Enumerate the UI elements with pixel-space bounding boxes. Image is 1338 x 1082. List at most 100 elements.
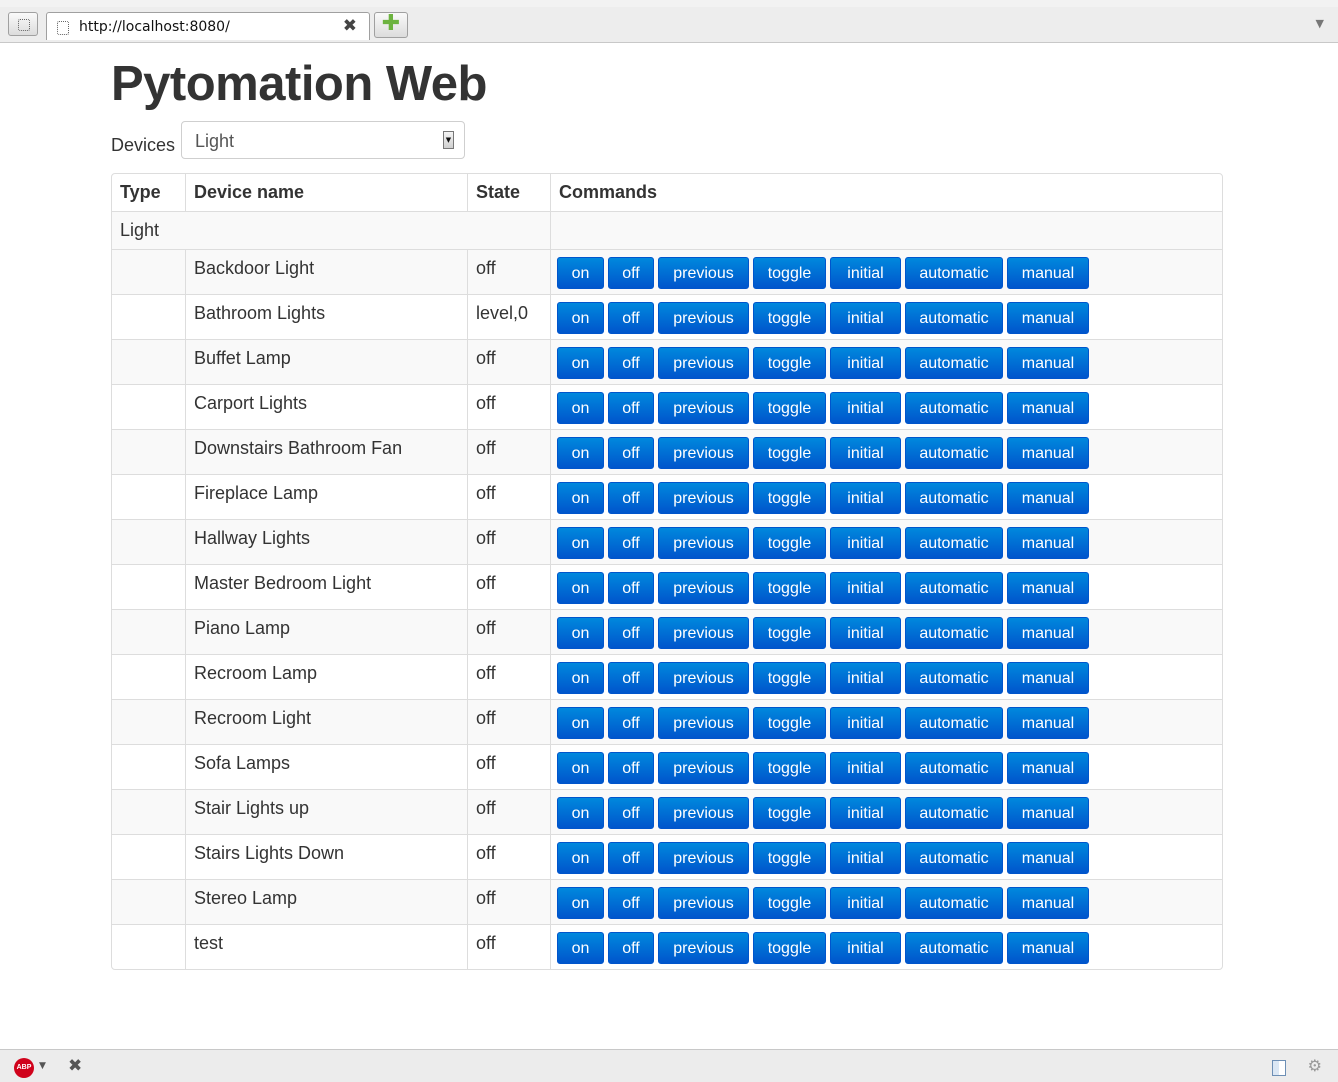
off-button[interactable]: off <box>608 797 654 829</box>
previous-button[interactable]: previous <box>658 347 749 379</box>
tab-menu-chevron-icon[interactable]: ▼ <box>1316 17 1324 30</box>
on-button[interactable]: on <box>557 347 604 379</box>
manual-button[interactable]: manual <box>1007 392 1089 424</box>
manual-button[interactable]: manual <box>1007 302 1089 334</box>
toggle-button[interactable]: toggle <box>753 257 826 289</box>
toggle-button[interactable]: toggle <box>753 572 826 604</box>
previous-button[interactable]: previous <box>658 887 749 919</box>
automatic-button[interactable]: automatic <box>905 932 1003 964</box>
automatic-button[interactable]: automatic <box>905 527 1003 559</box>
previous-button[interactable]: previous <box>658 707 749 739</box>
off-button[interactable]: off <box>608 302 654 334</box>
initial-button[interactable]: initial <box>830 842 901 874</box>
initial-button[interactable]: initial <box>830 662 901 694</box>
automatic-button[interactable]: automatic <box>905 437 1003 469</box>
initial-button[interactable]: initial <box>830 437 901 469</box>
initial-button[interactable]: initial <box>830 887 901 919</box>
on-button[interactable]: on <box>557 797 604 829</box>
toggle-button[interactable]: toggle <box>753 347 826 379</box>
toggle-button[interactable]: toggle <box>753 842 826 874</box>
on-button[interactable]: on <box>557 572 604 604</box>
automatic-button[interactable]: automatic <box>905 887 1003 919</box>
on-button[interactable]: on <box>557 257 604 289</box>
on-button[interactable]: on <box>557 932 604 964</box>
on-button[interactable]: on <box>557 707 604 739</box>
off-button[interactable]: off <box>608 257 654 289</box>
off-button[interactable]: off <box>608 617 654 649</box>
toggle-button[interactable]: toggle <box>753 302 826 334</box>
automatic-button[interactable]: automatic <box>905 302 1003 334</box>
toggle-button[interactable]: toggle <box>753 752 826 784</box>
manual-button[interactable]: manual <box>1007 932 1089 964</box>
browser-tab[interactable]: http://localhost:8080/ ✖ <box>46 12 370 40</box>
automatic-button[interactable]: automatic <box>905 842 1003 874</box>
toggle-button[interactable]: toggle <box>753 887 826 919</box>
manual-button[interactable]: manual <box>1007 752 1089 784</box>
off-button[interactable]: off <box>608 887 654 919</box>
on-button[interactable]: on <box>557 482 604 514</box>
off-button[interactable]: off <box>608 932 654 964</box>
initial-button[interactable]: initial <box>830 797 901 829</box>
adblock-dropdown-icon[interactable]: ▼ <box>39 1061 46 1071</box>
toggle-button[interactable]: toggle <box>753 437 826 469</box>
initial-button[interactable]: initial <box>830 392 901 424</box>
on-button[interactable]: on <box>557 662 604 694</box>
previous-button[interactable]: previous <box>658 842 749 874</box>
initial-button[interactable]: initial <box>830 932 901 964</box>
off-button[interactable]: off <box>608 662 654 694</box>
off-button[interactable]: off <box>608 437 654 469</box>
previous-button[interactable]: previous <box>658 527 749 559</box>
previous-button[interactable]: previous <box>658 752 749 784</box>
initial-button[interactable]: initial <box>830 482 901 514</box>
previous-button[interactable]: previous <box>658 302 749 334</box>
previous-button[interactable]: previous <box>658 482 749 514</box>
automatic-button[interactable]: automatic <box>905 752 1003 784</box>
automatic-button[interactable]: automatic <box>905 482 1003 514</box>
on-button[interactable]: on <box>557 617 604 649</box>
previous-button[interactable]: previous <box>658 932 749 964</box>
on-button[interactable]: on <box>557 842 604 874</box>
toggle-button[interactable]: toggle <box>753 482 826 514</box>
manual-button[interactable]: manual <box>1007 257 1089 289</box>
toggle-button[interactable]: toggle <box>753 617 826 649</box>
manual-button[interactable]: manual <box>1007 842 1089 874</box>
manual-button[interactable]: manual <box>1007 527 1089 559</box>
toggle-button[interactable]: toggle <box>753 797 826 829</box>
previous-button[interactable]: previous <box>658 572 749 604</box>
toggle-button[interactable]: toggle <box>753 707 826 739</box>
automatic-button[interactable]: automatic <box>905 572 1003 604</box>
off-button[interactable]: off <box>608 527 654 559</box>
manual-button[interactable]: manual <box>1007 617 1089 649</box>
on-button[interactable]: on <box>557 527 604 559</box>
select-arrow-icon[interactable]: ▼ <box>443 131 454 149</box>
off-button[interactable]: off <box>608 707 654 739</box>
automatic-button[interactable]: automatic <box>905 347 1003 379</box>
automatic-button[interactable]: automatic <box>905 662 1003 694</box>
automatic-button[interactable]: automatic <box>905 257 1003 289</box>
off-button[interactable]: off <box>608 482 654 514</box>
stop-icon[interactable]: ✖ <box>68 1056 82 1076</box>
on-button[interactable]: on <box>557 302 604 334</box>
toggle-button[interactable]: toggle <box>753 527 826 559</box>
initial-button[interactable]: initial <box>830 347 901 379</box>
previous-button[interactable]: previous <box>658 392 749 424</box>
manual-button[interactable]: manual <box>1007 437 1089 469</box>
initial-button[interactable]: initial <box>830 572 901 604</box>
on-button[interactable]: on <box>557 752 604 784</box>
off-button[interactable]: off <box>608 347 654 379</box>
manual-button[interactable]: manual <box>1007 347 1089 379</box>
off-button[interactable]: off <box>608 572 654 604</box>
adblock-icon[interactable]: ABP <box>14 1058 34 1078</box>
initial-button[interactable]: initial <box>830 527 901 559</box>
addon-icon[interactable]: ⚙ <box>1308 1056 1322 1075</box>
previous-button[interactable]: previous <box>658 257 749 289</box>
automatic-button[interactable]: automatic <box>905 707 1003 739</box>
manual-button[interactable]: manual <box>1007 797 1089 829</box>
new-tab-button[interactable]: ✚ <box>374 12 408 38</box>
initial-button[interactable]: initial <box>830 617 901 649</box>
initial-button[interactable]: initial <box>830 707 901 739</box>
manual-button[interactable]: manual <box>1007 572 1089 604</box>
previous-button[interactable]: previous <box>658 617 749 649</box>
automatic-button[interactable]: automatic <box>905 797 1003 829</box>
initial-button[interactable]: initial <box>830 752 901 784</box>
